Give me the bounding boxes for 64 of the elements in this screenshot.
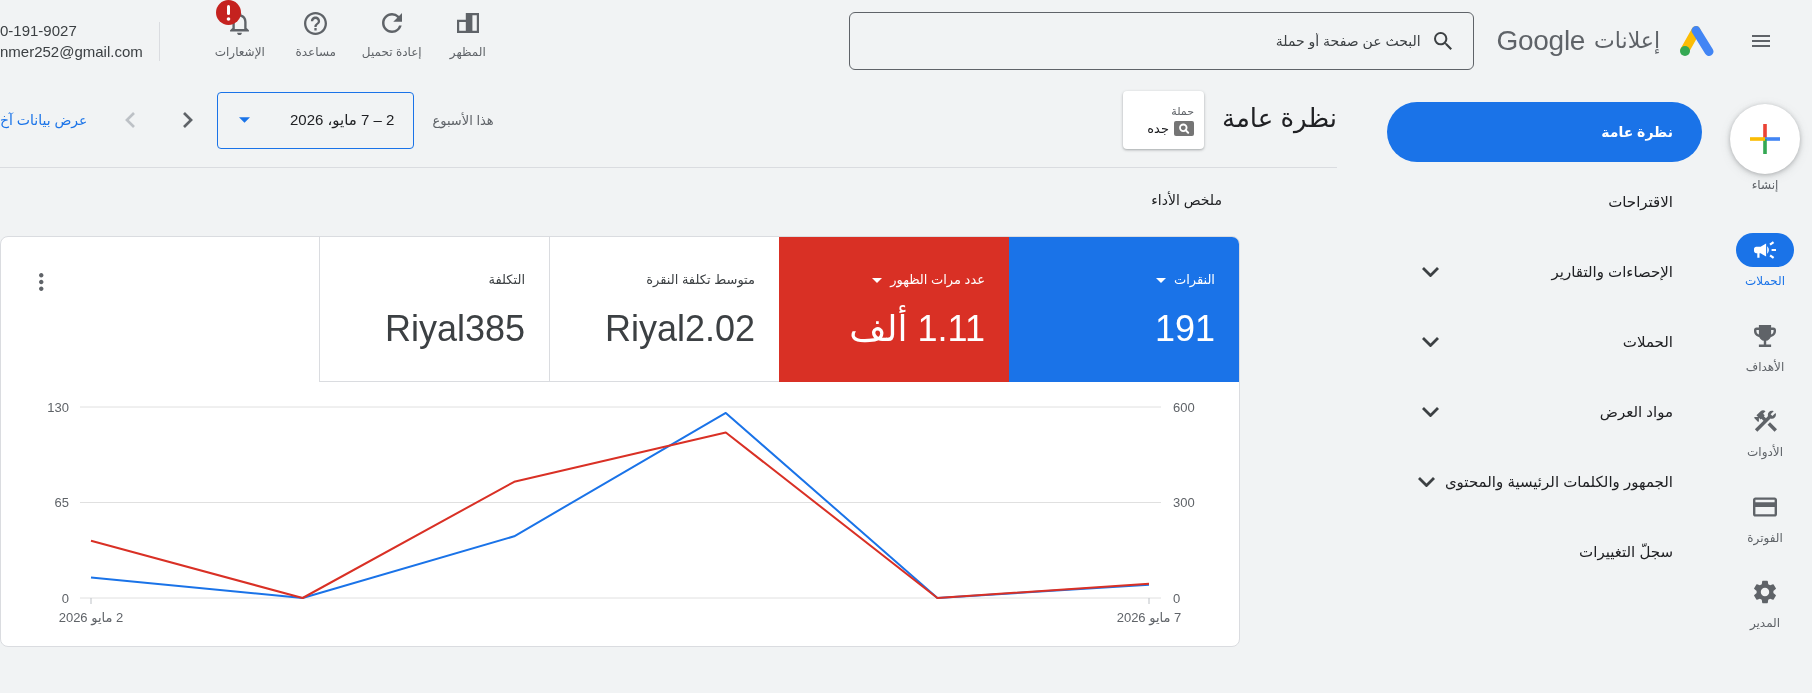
help-icon (304, 11, 328, 35)
brand-name: Google (1496, 24, 1586, 57)
tick-mark (1148, 597, 1150, 605)
toolbar-button[interactable]: المظهر (429, 0, 506, 59)
axis-label: 300 (1173, 495, 1195, 510)
nav-item[interactable]: الجمهور والكلمات الرئيسية والمحتوى (1387, 452, 1702, 512)
date-range-label: هذا الأسبوع (432, 112, 494, 128)
nav-item[interactable]: الحملات (1387, 312, 1702, 372)
nav-item[interactable]: الاقتراحات (1387, 172, 1702, 232)
nav-item[interactable]: سجلّ التغييرات (1387, 522, 1702, 582)
logo-icon (1679, 24, 1715, 57)
axis-label: 0 (61, 590, 69, 606)
megaphone-icon (1736, 233, 1794, 267)
caret-down-icon[interactable] (872, 277, 883, 283)
metric-label: التكلفة (488, 271, 525, 289)
trophy-icon (1754, 324, 1776, 347)
metric-value: Riyal2.02 (603, 307, 755, 351)
rail-item[interactable]: الأهداف (1736, 318, 1794, 375)
section-title: ملخص الأداء (1150, 190, 1223, 210)
nav-item[interactable]: الإحصاءات والتقارير (1387, 242, 1702, 302)
tools-icon (1753, 410, 1777, 432)
tick-mark (90, 597, 92, 605)
chevron-right-icon[interactable] (183, 112, 194, 128)
more-options-icon[interactable] (39, 273, 44, 291)
view-data-link[interactable]: عرض بيانات آخ (0, 112, 88, 128)
page-title: نظرة عامة (1221, 102, 1337, 134)
axis-label: 130 (47, 399, 69, 415)
axis-label: 65 (54, 495, 69, 510)
columns-icon (456, 13, 479, 33)
create-button[interactable]: إنشاء (1730, 104, 1800, 193)
metric-value: 191 (1153, 307, 1215, 351)
axis-label: 2 مايو 2026 (58, 610, 124, 626)
toolbar-button[interactable]: مساعدة (277, 0, 354, 59)
metric-label: متوسط تكلفة النقرة (646, 271, 755, 289)
metric-tile[interactable]: عدد مرات الظهور 1.11 ألف (779, 237, 1009, 382)
phone-number: 0-191-9027 (0, 21, 78, 41)
credit-card-icon (1753, 496, 1777, 517)
date-range-dropdown[interactable]: 2 – 7 مايو، 2026 (217, 91, 415, 149)
campaign-picker[interactable]: حملة جده (1122, 91, 1204, 149)
caret-down-icon (239, 117, 251, 123)
metric-value: Riyal385 (383, 307, 525, 351)
axis-label: 0 (1173, 590, 1181, 606)
metric-label: عدد مرات الظهور (890, 271, 985, 289)
search-icon (1173, 120, 1194, 136)
rail-item[interactable]: الحملات (1736, 233, 1794, 289)
axis-label: 7 مايو 2026 (1116, 610, 1182, 626)
reload-icon (381, 13, 402, 33)
toolbar-button[interactable]: إعادة تحميل (353, 0, 430, 59)
nav-item[interactable]: نظرة عامة (1387, 102, 1702, 162)
rail-item[interactable]: المدير (1736, 575, 1794, 631)
rail-item[interactable]: الأدوات (1736, 404, 1794, 460)
email-address: nmer252@gmail.com (0, 42, 143, 62)
settings-icon (1754, 580, 1776, 604)
plus-icon (1730, 104, 1800, 174)
nav-item[interactable]: مواد العرض (1387, 382, 1702, 442)
search-icon (1433, 31, 1452, 50)
product-name: إعلانات (1594, 27, 1660, 54)
metric-label: النقرات (1173, 271, 1215, 289)
toolbar-button[interactable]: الإشعارات (201, 0, 278, 59)
axis-label: 600 (1173, 399, 1195, 415)
menu-icon[interactable] (1752, 34, 1770, 47)
rail-item[interactable]: الفوترة (1736, 489, 1794, 546)
caret-down-icon[interactable] (1155, 277, 1166, 283)
metric-value: 1.11 ألف (803, 307, 985, 351)
